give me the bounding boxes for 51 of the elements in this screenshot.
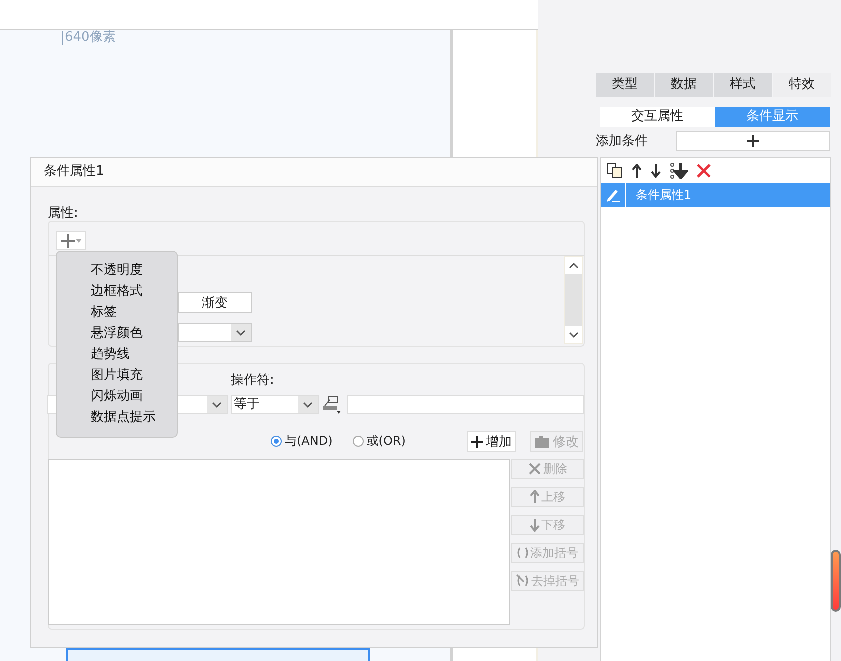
arrow-up-icon <box>530 490 540 504</box>
field-label: 操作符: <box>231 373 276 389</box>
caret-icon <box>76 238 82 242</box>
menu-item[interactable]: 边框格式 <box>57 281 177 302</box>
arrow-down-icon <box>530 518 540 532</box>
radio-option[interactable]: 与(AND) <box>271 433 333 450</box>
block-icon <box>534 434 550 448</box>
scrollbar[interactable] <box>564 256 583 344</box>
move-to-bottom-icon[interactable] <box>670 162 688 178</box>
input-field[interactable] <box>347 395 584 414</box>
add-condition-label: 添加条件 <box>596 133 649 150</box>
chevron-down-icon <box>236 330 246 336</box>
radio-button[interactable] <box>352 436 364 447</box>
section-label: 属性: <box>48 207 80 221</box>
chevron-up-icon <box>568 262 578 268</box>
pencil-icon <box>605 187 621 203</box>
plus-icon <box>471 436 483 448</box>
plus-icon <box>60 234 74 248</box>
chevron-down-icon <box>568 332 578 338</box>
add-property-button[interactable] <box>56 231 86 250</box>
tab[interactable]: 样式 <box>714 73 772 97</box>
scrollbar-thumb[interactable] <box>831 550 841 612</box>
size-label: 640像素 <box>62 31 116 45</box>
parentheses-icon <box>516 547 528 559</box>
radio-option[interactable]: 或(OR) <box>352 433 406 450</box>
add-button[interactable]: 增加 <box>467 431 516 452</box>
menu-item[interactable]: 数据点提示 <box>57 407 177 428</box>
arrow-down-icon[interactable] <box>651 164 661 178</box>
menu-item[interactable]: 悬浮颜色 <box>57 323 177 344</box>
chevron-down-icon <box>212 402 222 408</box>
tab[interactable]: 交互属性 <box>600 107 715 127</box>
delete-icon[interactable] <box>697 164 711 178</box>
menu-item[interactable]: 趋势线 <box>57 344 177 365</box>
menu-item[interactable]: 闪烁动画 <box>57 386 177 407</box>
copy-icon[interactable] <box>607 162 623 178</box>
table-cell: 渐变 <box>178 292 252 313</box>
radio-button[interactable] <box>271 436 282 447</box>
menu-item[interactable]: 不透明度 <box>57 260 177 281</box>
menu-item[interactable]: 标签 <box>57 302 177 323</box>
tab[interactable]: 特效 <box>773 73 831 97</box>
operator-dropdown[interactable]: 等于 <box>231 395 319 414</box>
plus-icon <box>747 135 759 147</box>
dialog-title: 条件属性1 <box>31 158 597 187</box>
tab[interactable]: 数据 <box>655 73 713 97</box>
value-type-icon[interactable] <box>322 396 342 414</box>
parentheses-remove-icon <box>516 574 530 588</box>
chevron-down-icon <box>303 402 313 408</box>
arrow-up-icon[interactable] <box>632 164 642 178</box>
x-icon <box>528 462 542 476</box>
tab[interactable]: 类型 <box>596 73 654 97</box>
menu-item[interactable]: 图片填充 <box>57 365 177 386</box>
